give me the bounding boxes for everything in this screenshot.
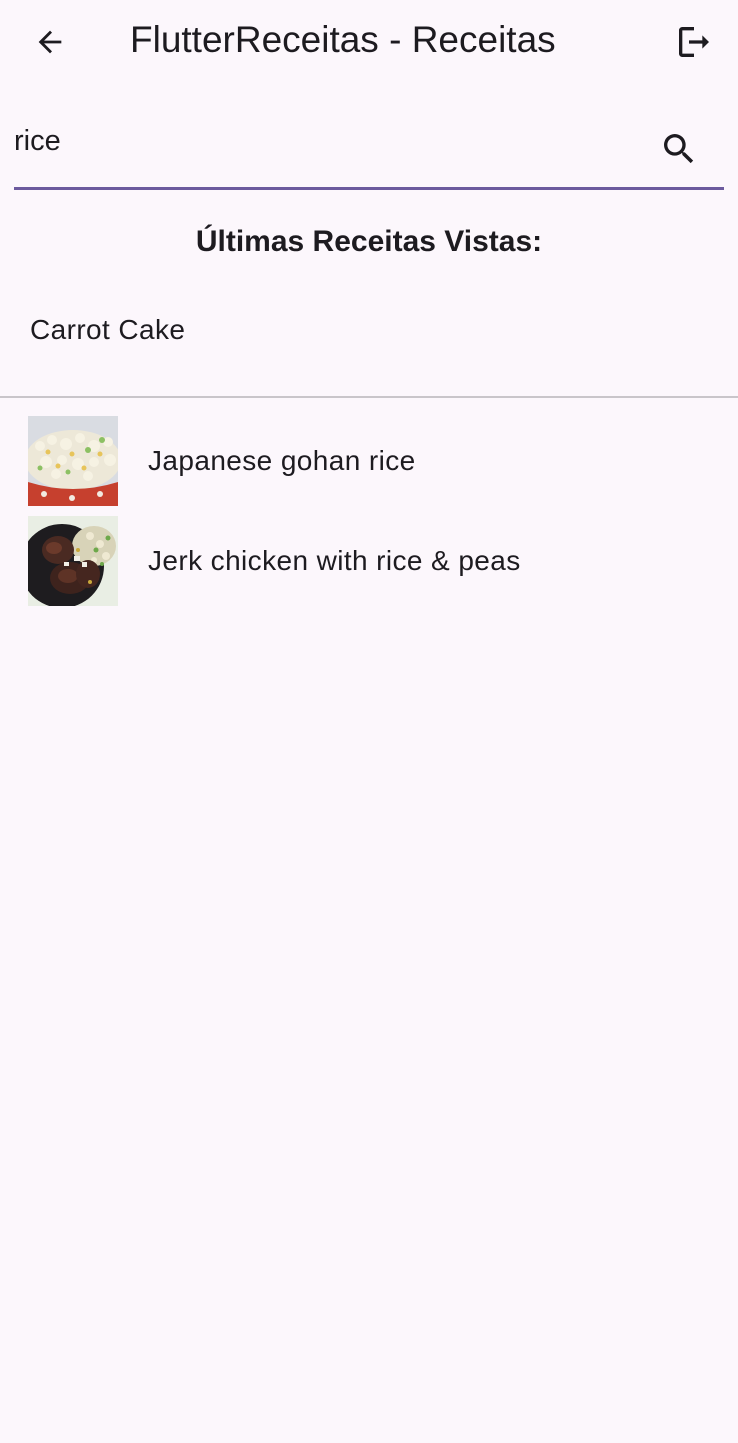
recipe-list-item[interactable]: Jerk chicken with rice & peas: [0, 516, 738, 606]
recent-recipe-item[interactable]: Carrot Cake: [30, 310, 185, 350]
search-icon: [664, 134, 694, 164]
recipe-title: Japanese gohan rice: [148, 445, 416, 476]
arrow-back-icon: [38, 30, 62, 54]
logout-button[interactable]: [670, 18, 718, 66]
page-title: FlutterReceitas - Receitas: [130, 19, 556, 60]
search-button[interactable]: [654, 124, 704, 174]
recipe-list-item[interactable]: Japanese gohan rice: [0, 416, 738, 506]
search-field: [14, 108, 724, 190]
recent-recipes-heading: Últimas Receitas Vistas:: [195, 225, 543, 258]
rice-bowl-photo: [28, 416, 118, 506]
recipe-thumbnail: [28, 516, 118, 606]
app-bar: FlutterReceitas - Receitas: [0, 0, 738, 82]
recipe-title: Jerk chicken with rice & peas: [148, 545, 521, 576]
divider: [0, 396, 738, 398]
back-button[interactable]: [26, 18, 74, 66]
recipe-thumbnail: [28, 416, 118, 506]
app-screen: FlutterReceitas - Receitas Últimas Recei…: [0, 0, 738, 1443]
search-input[interactable]: [14, 118, 634, 164]
jerk-chicken-photo: [28, 516, 118, 606]
logout-icon: [679, 27, 709, 57]
